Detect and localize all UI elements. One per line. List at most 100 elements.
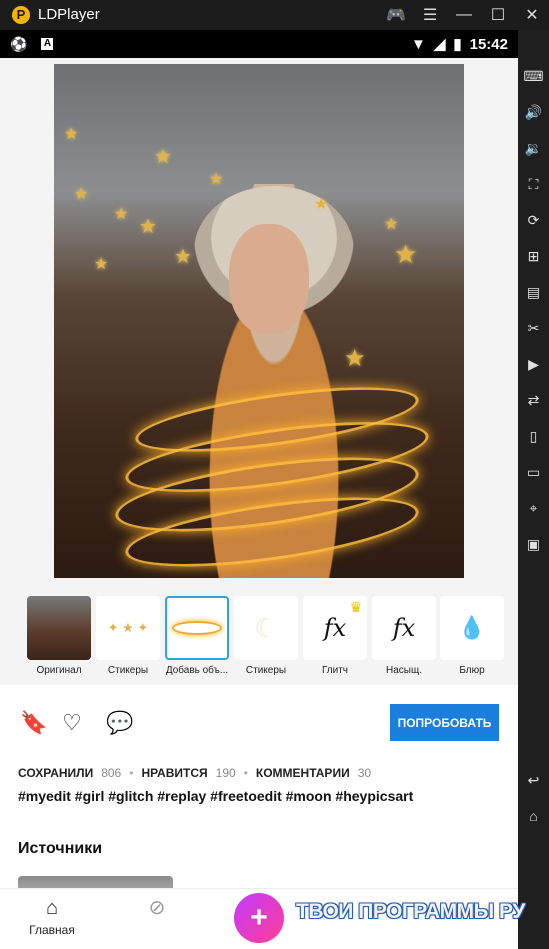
battery-icon: ▮ — [453, 36, 462, 53]
filter-stickers-moon[interactable]: ☾ Стикеры — [234, 596, 298, 676]
emulator-titlebar: P LDPlayer 🎮 ☰ — ☐ ✕ — [0, 0, 549, 30]
home-icon[interactable]: ⌂ — [518, 798, 549, 834]
filter-label: Добавь объ... — [165, 665, 229, 676]
image-preview-area: ★ ★ ★ ★ ★ ★ ★ ★ ★ ★ ★ ★ — [0, 58, 518, 590]
star-sticker-icon: ★ — [74, 186, 89, 203]
filter-label: Глитч — [321, 665, 349, 676]
filter-thumb-drop: 💧 — [440, 596, 504, 660]
star-sticker-icon: ★ — [154, 146, 172, 168]
filter-thumb-glow — [165, 596, 229, 660]
saved-label: СОХРАНИЛИ — [18, 766, 94, 780]
filter-thumb-stars: ✦ ★ ✦ — [96, 596, 160, 660]
star-sticker-icon: ★ — [174, 246, 192, 268]
crown-icon: ♛ — [349, 600, 363, 616]
hashtags[interactable]: #myedit #girl #glitch #replay #freetoedi… — [18, 788, 413, 804]
volume-down-icon[interactable]: 🔉 — [518, 130, 549, 166]
comment-icon[interactable]: 💬 — [106, 710, 133, 736]
folder-icon[interactable]: ▭ — [518, 454, 549, 490]
app-screen: ★ ★ ★ ★ ★ ★ ★ ★ ★ ★ ★ ★ Оригинал ✦ ★ ✦ С… — [0, 58, 518, 949]
star-sticker-icon: ★ — [344, 345, 366, 372]
star-sticker-icon: ★ — [384, 216, 399, 233]
edited-photo[interactable]: ★ ★ ★ ★ ★ ★ ★ ★ ★ ★ ★ ★ — [54, 64, 464, 578]
sources-title: Источники — [18, 840, 103, 857]
volume-up-icon[interactable]: 🔊 — [518, 94, 549, 130]
filter-glitch[interactable]: fx ♛ Глитч — [303, 596, 367, 676]
filter-original[interactable]: Оригинал — [27, 596, 91, 676]
add-app-icon[interactable]: ⊞ — [518, 238, 549, 274]
filter-thumb-fx: fx — [372, 596, 436, 660]
filter-blur[interactable]: 💧 Блюр — [440, 596, 504, 676]
separator-dot: • — [243, 766, 248, 780]
status-time: 15:42 — [469, 35, 508, 53]
keyboard-icon[interactable]: ⌨ — [518, 58, 549, 94]
try-button[interactable]: ПОПРОБОВАТЬ — [390, 704, 499, 741]
apk-icon[interactable]: ▤ — [518, 274, 549, 310]
likes-count: 190 — [215, 766, 236, 780]
filter-stickers-stars[interactable]: ✦ ★ ✦ Стикеры — [96, 596, 160, 676]
minimize-icon[interactable]: — — [447, 0, 481, 30]
wifi-icon: ▼ — [410, 35, 426, 53]
rotate-icon[interactable]: ⟳ — [518, 202, 549, 238]
create-button[interactable]: + — [234, 893, 284, 943]
comments-label[interactable]: КОММЕНТАРИИ — [256, 766, 350, 780]
ldplayer-logo-icon: P — [12, 6, 30, 24]
filter-label: Блюр — [459, 665, 485, 676]
filter-label: Насыщ. — [386, 665, 422, 676]
menu-icon[interactable]: ☰ — [413, 0, 447, 30]
compass-icon: ⊘ — [148, 897, 166, 919]
fx-icon: fx ♛ — [323, 600, 363, 642]
filter-label: Оригинал — [36, 665, 82, 676]
moon-icon: ☾ — [254, 612, 278, 643]
photo-face — [229, 224, 309, 334]
saved-count: 806 — [101, 766, 122, 780]
filter-add-object[interactable]: Добавь объ... — [165, 596, 229, 676]
filter-thumb-moon: ☾ — [234, 596, 298, 660]
star-sticker-icon: ★ — [114, 206, 129, 223]
nav-discover[interactable]: ⊘ — [142, 897, 172, 919]
gamepad-icon[interactable]: 🎮 — [379, 0, 413, 30]
back-icon[interactable]: ↩ — [518, 762, 549, 798]
home-icon: ⌂ — [45, 897, 59, 919]
sync-icon[interactable]: ⇄ — [518, 382, 549, 418]
post-stats: СОХРАНИЛИ 806 • НРАВИТСЯ 190 • КОММЕНТАР… — [18, 766, 371, 780]
a-icon: A — [41, 38, 54, 50]
filter-thumb-fx: fx ♛ — [303, 596, 367, 660]
signal-icon: ◢ — [433, 36, 446, 53]
comments-count: 30 — [357, 766, 372, 780]
star-sticker-icon: ★ — [64, 126, 79, 143]
stars-icon: ✦ ★ ✦ — [107, 620, 149, 635]
window-title: LDPlayer — [38, 6, 100, 23]
filter-label: Стикеры — [245, 665, 287, 676]
scissors-icon[interactable]: ✂ — [518, 310, 549, 346]
location-icon[interactable]: ⌖ — [518, 490, 549, 526]
fx-icon: fx — [392, 614, 416, 642]
filter-label: Стикеры — [107, 665, 149, 676]
maximize-icon[interactable]: ☐ — [481, 0, 515, 30]
nav-home-label: Главная — [29, 923, 75, 937]
star-sticker-icon: ★ — [209, 171, 224, 188]
soccer-ball-icon: ⚽ — [10, 36, 28, 52]
star-sticker-icon: ★ — [314, 196, 329, 213]
bookmark-icon[interactable]: 🔖 — [20, 710, 47, 736]
star-sticker-icon: ★ — [394, 239, 418, 269]
nav-home[interactable]: ⌂ Главная — [28, 897, 76, 937]
star-sticker-icon: ★ — [94, 256, 109, 273]
glow-ring-icon — [172, 621, 222, 635]
effects-strip: Оригинал ✦ ★ ✦ Стикеры Добавь объ... ☾ С… — [0, 590, 518, 685]
record-icon[interactable]: ▶ — [518, 346, 549, 382]
shake-icon[interactable]: ▯ — [518, 418, 549, 454]
vibrate-icon[interactable]: ▣ — [518, 526, 549, 562]
screenshot-icon[interactable]: ⛶ — [518, 166, 549, 202]
watermark: ТВОИ ПРОГРАММЫ РУ — [296, 900, 525, 923]
android-status-bar: ⚽ A ▼ ◢ ▮ 15:42 — [0, 30, 518, 58]
star-sticker-icon: ★ — [139, 216, 157, 238]
emulator-side-toolbar: ⌨ 🔊 🔉 ⛶ ⟳ ⊞ ▤ ✂ ▶ ⇄ ▯ ▭ ⌖ ▣ ↩ ⌂ — [518, 58, 549, 949]
heart-icon[interactable]: ♡ — [62, 710, 82, 736]
likes-label[interactable]: НРАВИТСЯ — [141, 766, 207, 780]
post-actions: 🔖 ♡ 💬 ПОПРОБОВАТЬ — [0, 686, 518, 756]
close-icon[interactable]: ✕ — [515, 0, 549, 30]
drop-icon: 💧 — [458, 615, 486, 640]
filter-saturation[interactable]: fx Насыщ. — [372, 596, 436, 676]
separator-dot: • — [129, 766, 134, 780]
filter-thumb-photo — [27, 596, 91, 660]
